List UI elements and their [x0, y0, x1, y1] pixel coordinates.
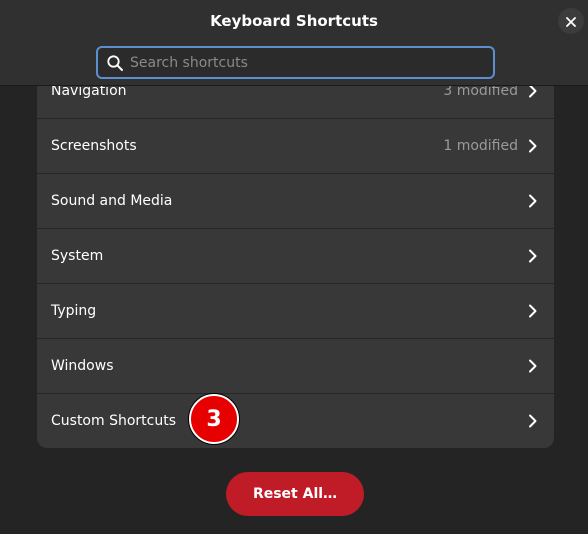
category-label: Custom Shortcuts — [51, 413, 177, 429]
window-title: Keyboard Shortcuts — [210, 12, 378, 30]
chevron-right-icon — [526, 84, 540, 98]
category-row-sound-and-media[interactable]: Sound and Media — [37, 174, 554, 229]
category-label: System — [51, 248, 104, 264]
chevron-right-icon — [526, 304, 540, 318]
chevron-right-icon — [526, 414, 540, 428]
chevron-right-icon — [526, 359, 540, 373]
search-input[interactable] — [130, 54, 493, 71]
keyboard-shortcuts-window: Keyboard Shortcuts Navigation 3 modified — [0, 0, 588, 534]
search-icon — [106, 54, 124, 72]
chevron-right-icon — [526, 139, 540, 153]
category-row-typing[interactable]: Typing — [37, 284, 554, 339]
close-button[interactable] — [558, 8, 584, 34]
category-status: 1 modified — [443, 138, 518, 154]
category-label: Screenshots — [51, 138, 137, 154]
reset-all-button[interactable]: Reset All… — [226, 472, 364, 516]
category-row-system[interactable]: System — [37, 229, 554, 284]
close-icon — [566, 12, 576, 31]
category-label: Sound and Media — [51, 193, 173, 209]
chevron-right-icon — [526, 194, 540, 208]
category-label: Windows — [51, 358, 114, 374]
annotation-badge: 3 — [189, 394, 239, 444]
category-row-custom-shortcuts[interactable]: Custom Shortcuts — [37, 394, 554, 448]
category-row-windows[interactable]: Windows — [37, 339, 554, 394]
category-label: Typing — [51, 303, 97, 319]
search-field[interactable] — [96, 46, 495, 79]
header-bar: Keyboard Shortcuts — [0, 0, 588, 86]
category-row-screenshots[interactable]: Screenshots 1 modified — [37, 119, 554, 174]
chevron-right-icon — [526, 249, 540, 263]
shortcut-category-list: Navigation 3 modified Screenshots 1 modi… — [37, 64, 554, 448]
